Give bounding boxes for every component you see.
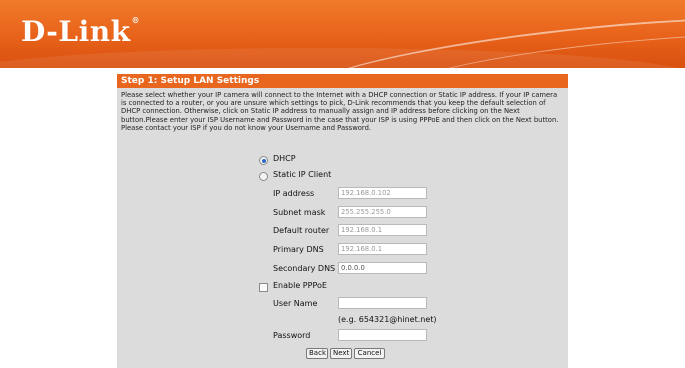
setup-panel: Step 1: Setup LAN Settings Please select… [117,74,568,368]
secondary-dns-label: Secondary DNS [273,264,336,273]
default-router-label: Default router [273,226,330,235]
secondary-dns-field[interactable]: 0.0.0.0 [338,262,427,274]
dlink-logo: D-Link® [21,15,141,48]
enable-pppoe-checkbox[interactable] [259,283,268,292]
subnet-mask-field[interactable]: 255.255.255.0 [338,206,427,218]
user-name-field[interactable] [338,297,427,309]
user-name-hint: (e.g. 654321@hinet.net) [338,315,437,324]
lan-settings-form: DHCP Static IP Client IP address 192.168… [117,74,568,368]
primary-dns-label: Primary DNS [273,245,324,254]
ip-address-field[interactable]: 192.168.0.102 [338,187,427,199]
ip-address-label: IP address [273,189,315,198]
static-ip-label: Static IP Client [273,170,332,179]
default-router-field[interactable]: 192.168.0.1 [338,224,427,236]
header-banner: D-Link® [0,0,685,68]
enable-pppoe-label: Enable PPPoE [273,281,327,290]
dhcp-label: DHCP [273,154,296,163]
dhcp-radio[interactable] [259,156,268,165]
static-ip-radio[interactable] [259,172,268,181]
password-label: Password [273,331,311,340]
next-button[interactable]: Next [330,348,352,359]
back-button[interactable]: Back [306,348,328,359]
primary-dns-field[interactable]: 192.168.0.1 [338,243,427,255]
subnet-mask-label: Subnet mask [273,208,326,217]
password-field[interactable] [338,329,427,341]
cancel-button[interactable]: Cancel [354,348,385,359]
user-name-label: User Name [273,299,318,308]
